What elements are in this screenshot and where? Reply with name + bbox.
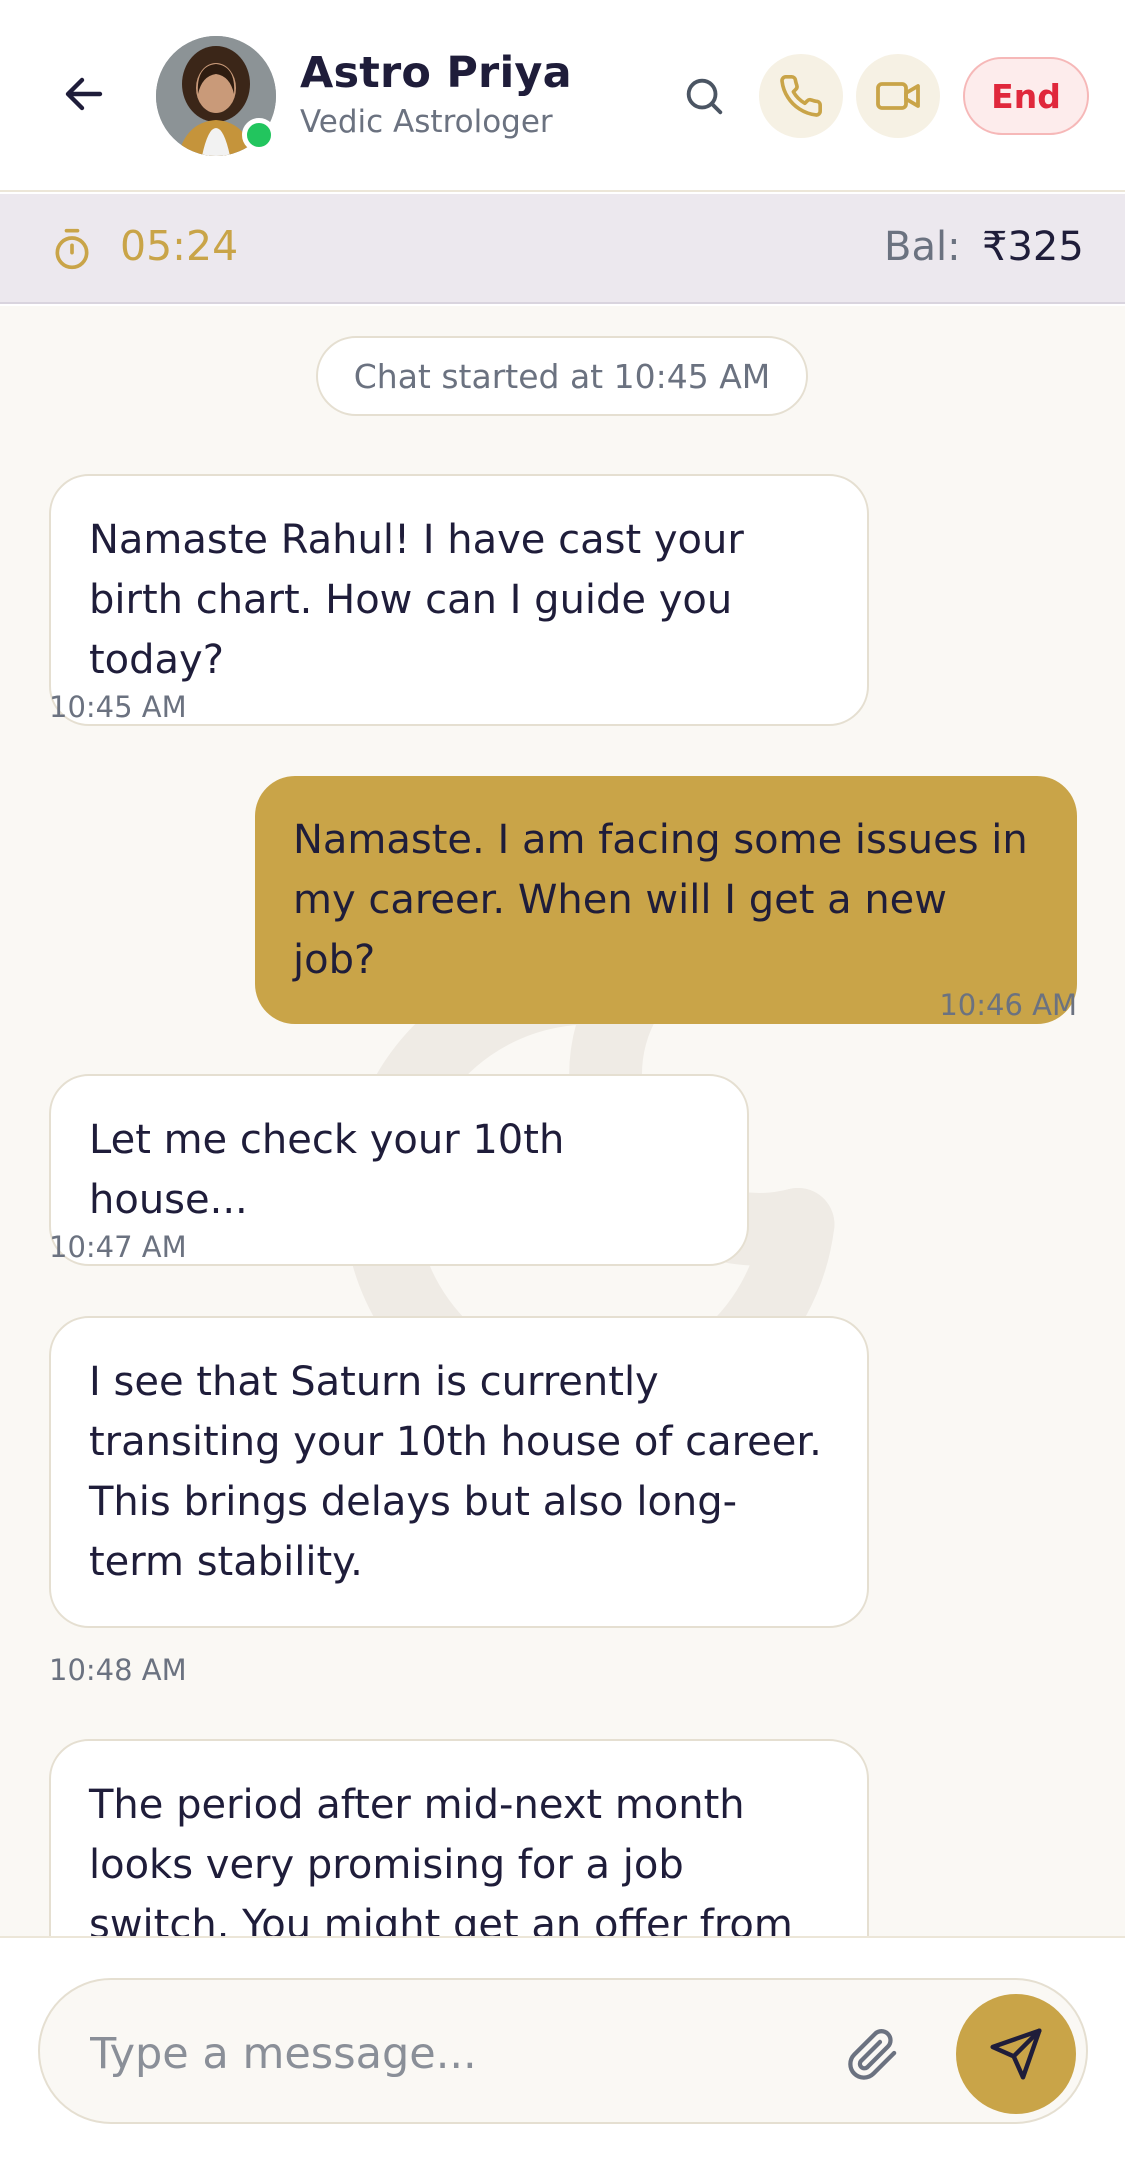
message-time: 10:46 AM xyxy=(939,988,1077,1022)
balance-label: Bal: xyxy=(884,224,961,270)
back-button[interactable] xyxy=(50,60,118,128)
balance-value: ₹325 xyxy=(982,224,1084,270)
astrologer-name: Astro Priya xyxy=(300,48,572,98)
message-time: 10:48 AM xyxy=(49,1653,187,1687)
send-button[interactable] xyxy=(956,1994,1076,2114)
voice-call-button[interactable] xyxy=(759,54,843,138)
stopwatch-icon xyxy=(55,228,89,270)
chat-thread[interactable]: Chat started at 10:45 AM Namaste Rahul! … xyxy=(0,306,1125,1936)
astrologer-avatar[interactable] xyxy=(156,36,276,156)
message-time: 10:47 AM xyxy=(49,1230,187,1264)
message-time: 10:45 AM xyxy=(49,690,187,724)
message-input[interactable] xyxy=(90,2024,790,2084)
session-timer: 05:24 xyxy=(120,222,239,270)
message-bubble-incoming[interactable]: The period after mid-next month looks ve… xyxy=(49,1739,869,1936)
message-bubble-incoming[interactable]: Namaste Rahul! I have cast your birth ch… xyxy=(49,474,869,726)
chat-header: Astro Priya Vedic Astrologer End xyxy=(0,0,1125,192)
chat-started-pill: Chat started at 10:45 AM xyxy=(316,336,808,416)
video-call-button[interactable] xyxy=(856,54,940,138)
message-bubble-incoming[interactable]: I see that Saturn is currently transitin… xyxy=(49,1316,869,1628)
search-button[interactable] xyxy=(668,60,740,132)
astrologer-role: Vedic Astrologer xyxy=(300,104,553,140)
arrow-left-icon xyxy=(65,77,103,111)
session-bar: 05:24 Bal: ₹325 xyxy=(0,194,1125,304)
message-input-container xyxy=(38,1978,1088,2124)
message-bubble-outgoing[interactable]: Namaste. I am facing some issues in my c… xyxy=(255,776,1077,1024)
video-icon xyxy=(876,82,920,110)
send-icon xyxy=(990,2028,1042,2080)
search-icon xyxy=(686,78,723,115)
composer-bar xyxy=(0,1936,1125,2160)
online-status-dot xyxy=(242,118,276,152)
paperclip-icon xyxy=(848,2029,897,2080)
end-chat-button[interactable]: End xyxy=(963,57,1089,135)
attach-button[interactable] xyxy=(838,2020,908,2090)
phone-icon xyxy=(780,75,822,117)
